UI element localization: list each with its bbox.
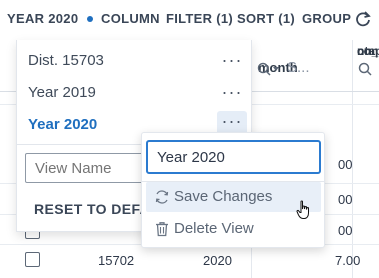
view-options-popover: Save Changes Delete View [141, 132, 325, 248]
search-icon[interactable] [257, 62, 281, 78]
rename-view-input[interactable] [146, 140, 321, 174]
refresh-icon [155, 190, 169, 204]
toolbar: YEAR 2020 COLUMN FILTER (1) SORT (1) GRO… [0, 0, 379, 40]
more-horizontal-icon[interactable]: ··· [217, 82, 247, 108]
cell: 00 [338, 192, 353, 207]
cell-year: 2020 [203, 253, 232, 268]
current-view-button[interactable]: YEAR 2020 [7, 11, 78, 26]
cell: 00 [338, 157, 353, 172]
column-button[interactable]: COLUMN [101, 11, 160, 26]
trash-icon [156, 222, 168, 237]
view-item-dist-15703[interactable]: Dist. 15703 [28, 52, 104, 69]
group-button[interactable]: GROUP [302, 11, 351, 26]
save-changes-label: Save Changes [174, 188, 273, 205]
cell-dist: 15702 [98, 253, 135, 268]
hand-cursor-icon [296, 200, 309, 219]
reset-to-default-button[interactable]: RESET TO DEFA [34, 201, 150, 217]
refresh-icon[interactable] [355, 10, 371, 28]
search-icon[interactable] [358, 62, 374, 78]
cell-value: 7.00 [335, 253, 361, 268]
delete-view-button[interactable]: Delete View [146, 214, 321, 244]
view-item-year-2020[interactable]: Year 2020 [28, 116, 97, 133]
more-horizontal-icon[interactable]: ··· [217, 50, 247, 76]
view-modified-indicator [87, 16, 93, 22]
save-changes-button[interactable]: Save Changes [146, 182, 321, 212]
view-item-year-2019[interactable]: Year 2019 [28, 84, 96, 101]
delete-view-label: Delete View [174, 220, 254, 237]
sort-button[interactable]: SORT (1) [237, 11, 295, 26]
row-checkbox[interactable] [25, 252, 40, 267]
filter-button[interactable]: FILTER (1) [166, 11, 233, 26]
column-filter-placeholder[interactable]: S... [287, 59, 310, 76]
cell: 00 [338, 223, 353, 238]
